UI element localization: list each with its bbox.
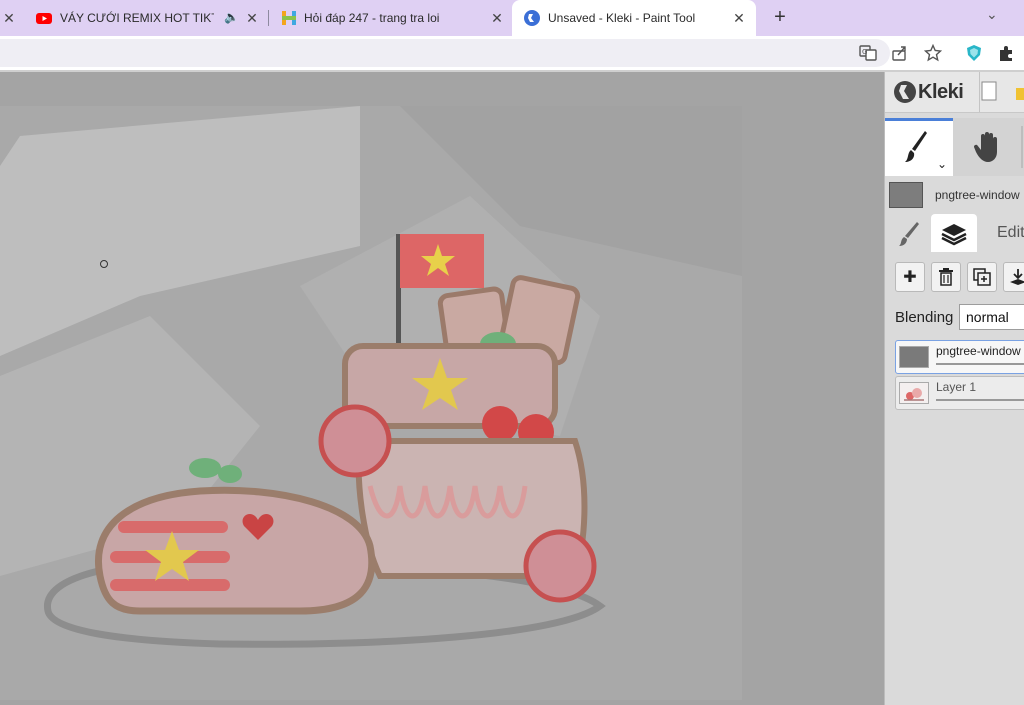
tab-layers[interactable]: [931, 214, 977, 252]
trash-icon: [939, 268, 953, 286]
small-cake: [95, 486, 376, 615]
brush-icon: [905, 131, 927, 162]
close-icon[interactable]: ✕: [245, 10, 259, 27]
kleki-logo-icon: [894, 81, 916, 103]
brush-settings-icon[interactable]: [897, 220, 921, 248]
brand-row: Kleki: [885, 72, 1024, 113]
extensions-puzzle-icon[interactable]: [997, 44, 1015, 62]
tab-youtube[interactable]: ✕ VÁY CƯỚI REMIX HOT TIKTOK 🔈 ✕: [0, 0, 268, 36]
image-thumbnail: [889, 182, 923, 208]
hand-icon[interactable]: [973, 130, 1003, 164]
tab-search-chevron-icon[interactable]: ⌄: [986, 6, 998, 23]
tab-hoidap[interactable]: Hỏi đáp 247 - trang tra loi ✕: [269, 0, 511, 36]
image-layer-label: pngtree-window: [935, 188, 1020, 202]
layer-preview-image: [904, 388, 924, 401]
layer-item-pngtree[interactable]: pngtree-window: [895, 340, 1024, 374]
open-folder-icon[interactable]: [1015, 84, 1024, 102]
stripe: [118, 521, 228, 533]
browser-tab-strip: ✕ VÁY CƯỚI REMIX HOT TIKTOK 🔈 ✕ Hỏi đáp …: [0, 0, 1024, 36]
layer-thumbnail: [899, 346, 929, 368]
duplicate-layer-button[interactable]: [967, 262, 997, 292]
rose: [318, 404, 392, 478]
layer-opacity-bar[interactable]: [936, 399, 1024, 401]
merge-layer-button[interactable]: [1003, 262, 1024, 292]
brush-cursor: [100, 260, 108, 268]
svg-text:G: G: [862, 48, 867, 56]
kleki-icon: [524, 10, 540, 26]
stripe: [110, 579, 230, 591]
translate-icon[interactable]: G: [859, 44, 877, 62]
close-icon[interactable]: ✕: [490, 10, 504, 27]
brand-name: Kleki: [918, 81, 964, 103]
leaf: [218, 465, 242, 483]
close-icon[interactable]: ✕: [2, 10, 16, 27]
tool-row: ⌄: [885, 118, 1024, 176]
leaf: [189, 458, 221, 478]
new-tab-button[interactable]: +: [770, 6, 790, 29]
layer-item-layer-1[interactable]: Layer 1: [895, 376, 1024, 410]
layer-name: pngtree-window: [936, 344, 1021, 358]
kleki-workspace[interactable]: [0, 72, 884, 705]
browser-toolbar: G: [0, 36, 1024, 70]
youtube-icon: [36, 13, 52, 24]
layer-name: Layer 1: [936, 380, 977, 394]
tab-title: VÁY CƯỚI REMIX HOT TIKTOK: [60, 11, 214, 25]
duplicate-icon: [973, 268, 991, 286]
tab-title: Hỏi đáp 247 - trang tra loi: [304, 11, 440, 25]
cherry: [482, 406, 518, 442]
delete-layer-button[interactable]: [931, 262, 961, 292]
address-bar[interactable]: [0, 39, 890, 67]
drawing-canvas[interactable]: [0, 106, 742, 700]
bookmark-star-icon[interactable]: [924, 44, 942, 62]
divider: [1021, 126, 1023, 168]
tab-kleki[interactable]: Unsaved - Kleki - Paint Tool ✕: [512, 0, 756, 36]
speaker-icon[interactable]: 🔈: [224, 10, 239, 24]
blending-mode-select[interactable]: normal: [959, 304, 1024, 330]
new-image-icon[interactable]: [980, 81, 998, 101]
layer-opacity-bar[interactable]: [936, 363, 1024, 365]
layer-thumbnail: [899, 382, 929, 404]
kleki-side-panel: Kleki ⌄ pngtree-window Edit ✚ Blending n…: [884, 72, 1024, 705]
share-icon[interactable]: [891, 44, 909, 62]
brush-tool-button[interactable]: ⌄: [885, 118, 953, 176]
tab-edit[interactable]: Edit: [997, 224, 1024, 242]
add-layer-button[interactable]: ✚: [895, 262, 925, 292]
layers-icon: [941, 224, 967, 246]
tab-title: Unsaved - Kleki - Paint Tool: [548, 11, 696, 25]
canvas-artwork: [0, 106, 742, 700]
rose: [523, 529, 597, 603]
blending-label: Blending: [895, 309, 954, 326]
chevron-down-icon[interactable]: ⌄: [937, 157, 947, 171]
close-icon[interactable]: ✕: [732, 10, 746, 27]
merge-down-icon: [1010, 269, 1024, 285]
plus-icon: ✚: [903, 269, 917, 286]
hoidap-icon: [282, 11, 296, 25]
extension-shield-icon[interactable]: [965, 44, 983, 62]
